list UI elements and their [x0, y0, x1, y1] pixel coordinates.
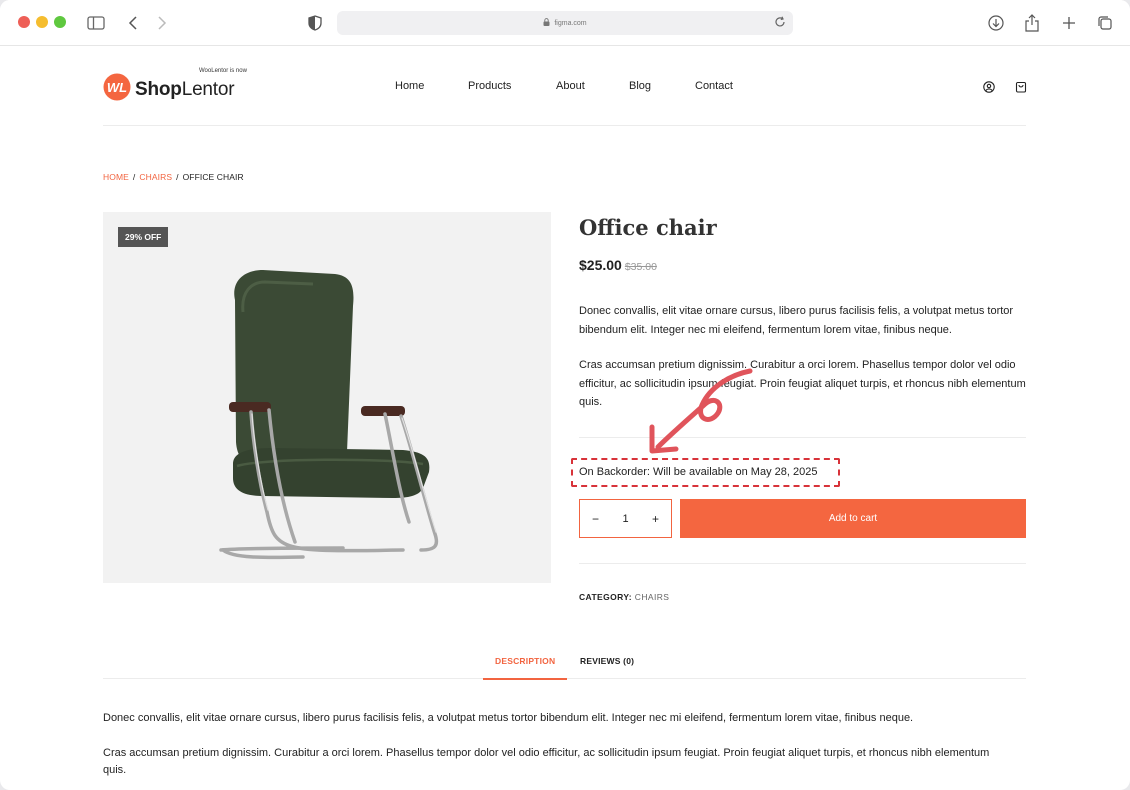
product-price: $25.00 $35.00 [579, 257, 657, 275]
active-tab-indicator [483, 678, 567, 680]
header-divider [103, 125, 1026, 126]
nav-about[interactable]: About [556, 80, 585, 92]
zoom-window-button[interactable] [54, 16, 66, 28]
nav-blog[interactable]: Blog [629, 80, 651, 92]
nav-products[interactable]: Products [468, 80, 511, 92]
download-icon[interactable] [985, 12, 1007, 34]
description-p1: Donec convallis, elit vitae ornare cursu… [103, 712, 914, 724]
sale-badge: 29% OFF [118, 227, 169, 247]
tabs-icon[interactable] [1094, 12, 1116, 34]
product-image[interactable] [203, 252, 463, 562]
nav-home[interactable]: Home [395, 80, 424, 92]
logo-tagline: WooLentor is now [199, 68, 247, 74]
breadcrumb-home[interactable]: HOME [103, 172, 129, 182]
browser-window: figma.com WL WooLentor is now ShopLentor [0, 0, 1130, 790]
current-price: $25.00 [579, 257, 622, 273]
nav-contact[interactable]: Contact [695, 80, 733, 92]
close-window-button[interactable] [18, 16, 30, 28]
annotation-arrow-icon [649, 368, 753, 454]
breadcrumb: HOME / CHAIRS / OFFICE CHAIR [103, 172, 244, 182]
sidebar-icon[interactable] [85, 12, 107, 34]
cart-icon[interactable] [1015, 80, 1027, 93]
quantity-decrease-button[interactable]: − [592, 512, 599, 526]
product-gallery[interactable]: 29% OFF [103, 212, 551, 583]
product-title: Office chair [579, 215, 717, 240]
backorder-notice: On Backorder: Will be available on May 2… [579, 466, 818, 478]
category-label: CATEGORY: [579, 592, 633, 602]
breadcrumb-separator: / [132, 172, 136, 182]
reload-icon[interactable] [773, 15, 787, 31]
description-p2: Cras accumsan pretium dignissim. Curabit… [103, 747, 990, 776]
product-category: CATEGORY: CHAIRS [579, 592, 669, 602]
main-nav: Home Products About Blog Contact [0, 80, 1130, 94]
add-to-cart-button[interactable]: Add to cart [680, 499, 1026, 538]
account-icon[interactable] [983, 80, 995, 93]
short-description-p1: Donec convallis, elit vitae ornare cursu… [579, 305, 1014, 336]
browser-toolbar: figma.com [0, 0, 1130, 46]
minimize-window-button[interactable] [36, 16, 48, 28]
forward-icon[interactable] [151, 12, 173, 34]
breadcrumb-separator: / [176, 172, 179, 182]
category-link[interactable]: CHAIRS [635, 592, 670, 602]
meta-divider [579, 563, 1026, 564]
breadcrumb-category[interactable]: CHAIRS [139, 172, 172, 182]
product-tabs: DESCRIPTION REVIEWS (0) [0, 656, 1130, 680]
quantity-increase-button[interactable]: + [652, 512, 659, 526]
shield-icon[interactable] [304, 12, 326, 34]
back-icon[interactable] [122, 12, 144, 34]
breadcrumb-current: OFFICE CHAIR [182, 172, 244, 182]
quantity-stepper[interactable]: − 1 + [579, 499, 672, 538]
tab-description[interactable]: DESCRIPTION [495, 656, 555, 666]
quantity-input[interactable]: 1 [622, 513, 628, 525]
share-icon[interactable] [1021, 12, 1043, 34]
address-bar[interactable]: figma.com [337, 11, 793, 35]
tab-reviews[interactable]: REVIEWS (0) [580, 656, 634, 666]
new-tab-icon[interactable] [1058, 12, 1080, 34]
regular-price: $35.00 [624, 261, 657, 273]
lock-icon [543, 18, 550, 28]
url-text: figma.com [554, 19, 587, 27]
